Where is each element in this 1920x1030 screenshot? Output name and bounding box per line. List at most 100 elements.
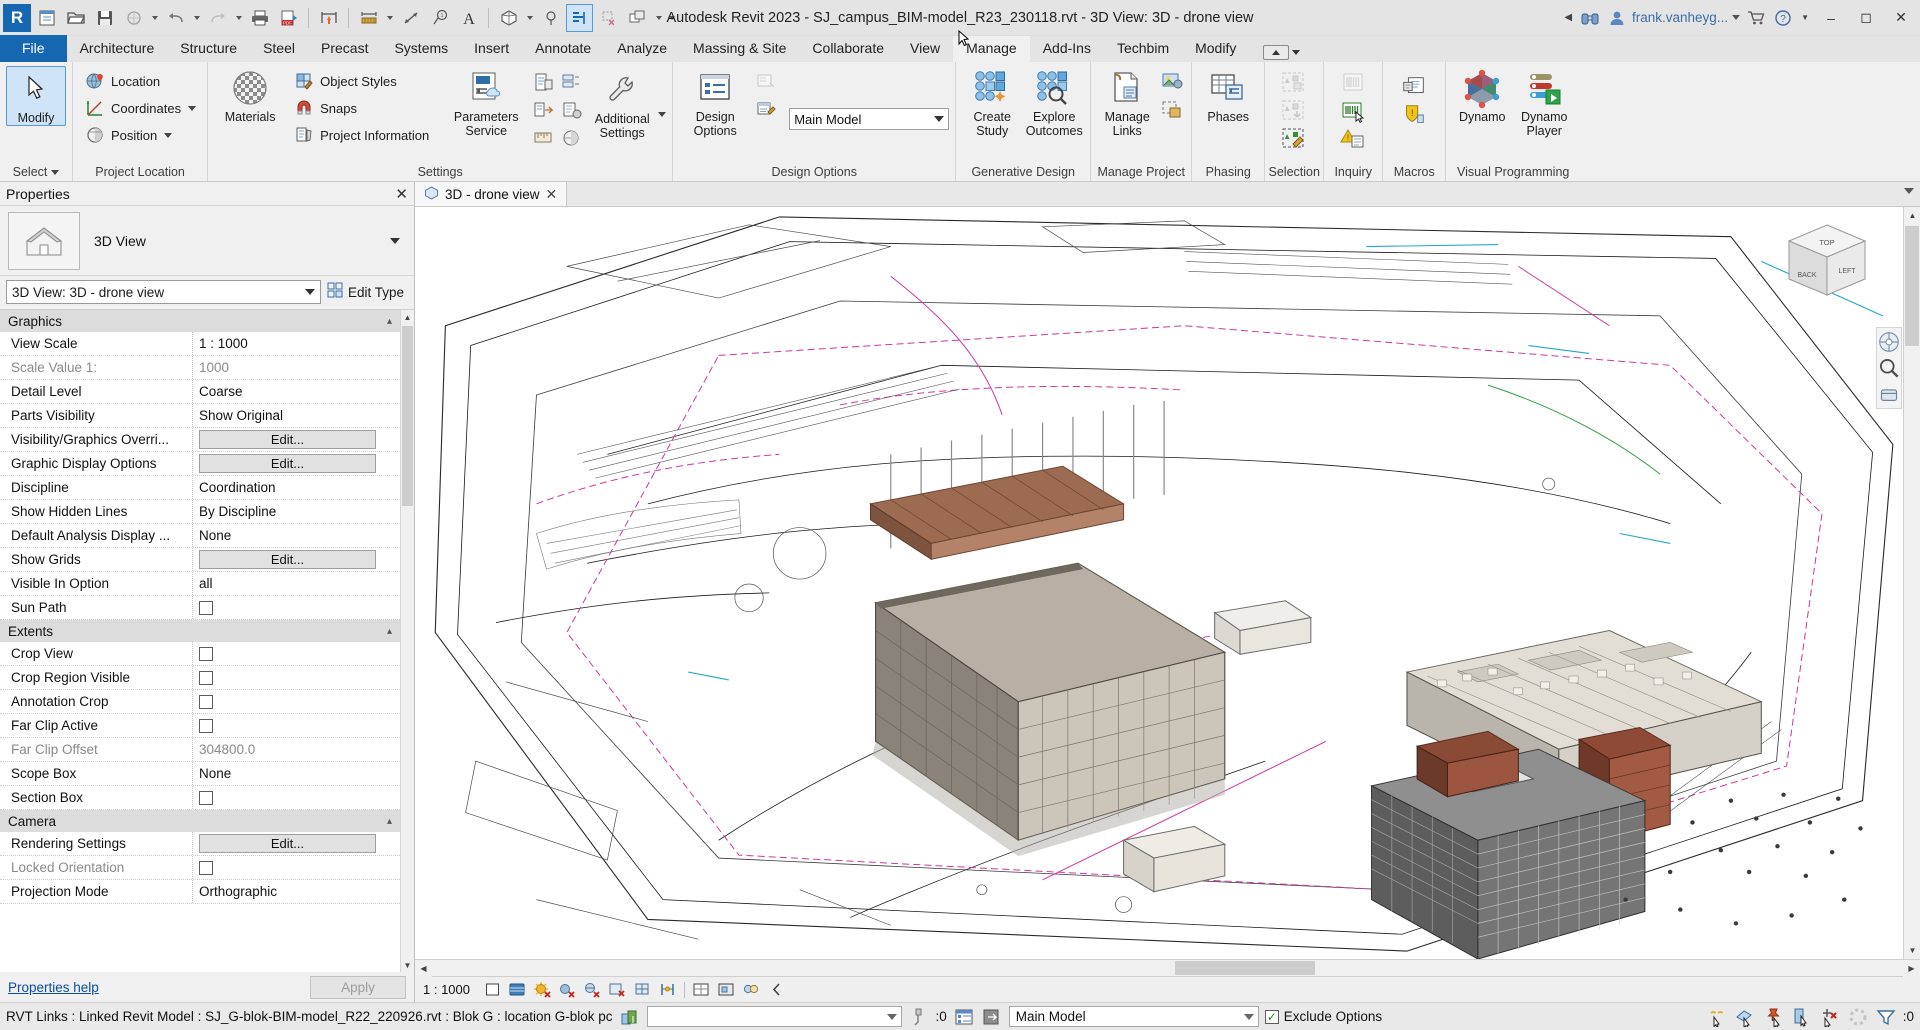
undo-icon[interactable] — [162, 4, 189, 32]
property-value-cell[interactable]: Edit... — [192, 832, 400, 855]
decal-types-icon[interactable] — [1159, 97, 1185, 123]
design-option-status-select[interactable]: Main Model — [1008, 1006, 1259, 1027]
tab-systems[interactable]: Systems — [381, 36, 461, 62]
tab-manage[interactable]: Manage — [953, 36, 1030, 62]
save-as-icon[interactable] — [120, 4, 147, 32]
property-value-cell[interactable]: Show Original — [192, 404, 400, 427]
position-button[interactable]: Position — [79, 122, 201, 148]
save-as-dropdown-icon[interactable] — [149, 4, 160, 32]
ribbon-collapse-dropdown-icon[interactable] — [1292, 50, 1301, 55]
property-value-cell[interactable]: Coarse — [192, 380, 400, 403]
checkbox-unchecked-icon[interactable] — [199, 694, 213, 709]
redo-icon[interactable] — [204, 4, 231, 32]
zoom-icon[interactable] — [1878, 357, 1900, 379]
scroll-up-icon[interactable]: ▲ — [1904, 207, 1920, 224]
window-maximize-button[interactable]: ◻ — [1851, 3, 1881, 33]
property-value-cell[interactable] — [192, 856, 400, 879]
select-panel-dropdown-icon[interactable] — [51, 169, 60, 175]
property-value-cell[interactable] — [192, 786, 400, 809]
help-icon[interactable]: ? — [1772, 7, 1794, 29]
tab-structure[interactable]: Structure — [167, 36, 250, 62]
switch-windows-icon[interactable] — [624, 4, 651, 32]
editing-requests-icon[interactable] — [981, 1006, 1003, 1028]
chevron-up-icon[interactable]: ▴ — [387, 626, 392, 637]
checkbox-unchecked-icon[interactable] — [199, 718, 213, 733]
status-filter-input[interactable] — [646, 1006, 902, 1027]
property-value-cell[interactable]: Edit... — [192, 548, 400, 571]
checkbox-unchecked-icon[interactable] — [199, 646, 213, 661]
property-edit-button[interactable]: Edit... — [199, 550, 376, 569]
window-minimize-button[interactable]: – — [1816, 3, 1846, 33]
help-dropdown-icon[interactable]: ▼ — [1799, 13, 1811, 22]
thin-lines-icon[interactable] — [566, 3, 593, 32]
project-units-icon[interactable] — [530, 125, 556, 151]
coordinates-button[interactable]: Coordinates — [79, 95, 201, 121]
edit-selection-icon[interactable] — [1281, 126, 1307, 152]
property-value-cell[interactable] — [192, 596, 400, 619]
drag-elements-on-selection-icon[interactable] — [1819, 1006, 1841, 1028]
tab-steel[interactable]: Steel — [250, 36, 308, 62]
create-study-button[interactable]: Create Study — [962, 66, 1022, 138]
transfer-project-standards-icon[interactable] — [530, 97, 556, 123]
properties-help-link[interactable]: Properties help — [8, 980, 99, 995]
visual-style-icon[interactable] — [507, 979, 528, 1000]
constraints-icon[interactable] — [657, 979, 678, 1000]
view-tab-3d-drone-view[interactable]: 3D - drone view ✕ — [415, 182, 568, 206]
select-by-id-icon[interactable] — [1340, 98, 1366, 124]
3d-view-dropdown-icon[interactable] — [524, 4, 535, 32]
purge-unused-icon[interactable] — [558, 97, 584, 123]
additional-settings-dropdown-icon[interactable] — [658, 112, 667, 117]
close-inactive-icon[interactable] — [595, 4, 622, 32]
property-value-cell[interactable] — [192, 666, 400, 689]
view-cube[interactable]: TOP BACK LEFT — [1781, 219, 1873, 307]
shared-parameters-icon[interactable] — [530, 69, 556, 95]
project-information-button[interactable]: Project Information — [288, 122, 434, 148]
crop-region-hide-icon[interactable] — [607, 979, 628, 1000]
exclude-options-checkbox[interactable]: ✓ Exclude Options — [1264, 1009, 1382, 1024]
filter-icon[interactable] — [1875, 1006, 1897, 1028]
scroll-up-icon[interactable]: ▲ — [401, 310, 414, 324]
property-value-cell[interactable]: None — [192, 524, 400, 547]
macro-manager-icon[interactable] — [1401, 74, 1427, 100]
manage-images-icon[interactable] — [1159, 69, 1185, 95]
scroll-down-icon[interactable]: ▼ — [401, 958, 414, 972]
property-value-cell[interactable]: 304800.0 — [192, 738, 400, 761]
dimension-dropdown-icon[interactable] — [384, 4, 395, 32]
print-icon[interactable] — [246, 4, 273, 32]
property-group-header[interactable]: Graphics ▴ — [0, 310, 400, 332]
tab-precast[interactable]: Precast — [308, 36, 381, 62]
property-value-cell[interactable]: By Discipline — [192, 500, 400, 523]
sun-path-icon[interactable] — [532, 979, 553, 1000]
default-3d-view-icon[interactable] — [495, 4, 522, 32]
chevron-down-icon[interactable] — [390, 237, 400, 244]
checkbox-unchecked-icon[interactable] — [199, 860, 213, 875]
property-edit-button[interactable]: Edit... — [199, 430, 376, 449]
steering-wheel-icon[interactable] — [1878, 331, 1900, 353]
apply-button[interactable]: Apply — [310, 975, 406, 999]
macro-security-icon[interactable]: ! — [1401, 102, 1427, 128]
model-updates-icon[interactable] — [1847, 1006, 1869, 1028]
tab-techbim[interactable]: Techbim — [1104, 36, 1182, 62]
worksets-icon[interactable] — [953, 1006, 975, 1028]
user-menu-caret-icon[interactable] — [1732, 15, 1741, 20]
materials-button[interactable]: Materials — [214, 66, 286, 124]
checkbox-unchecked-icon[interactable] — [199, 600, 213, 615]
open-icon[interactable] — [62, 4, 89, 32]
dynamo-player-button[interactable]: Dynamo Player — [1514, 66, 1574, 138]
tab-architecture[interactable]: Architecture — [67, 36, 168, 62]
chevron-up-icon[interactable]: ▴ — [387, 316, 392, 327]
export-pdf-icon[interactable]: PDF — [275, 4, 302, 32]
tab-collaborate[interactable]: Collaborate — [799, 36, 897, 62]
close-icon[interactable]: ✕ — [395, 185, 408, 203]
shadows-off-icon[interactable] — [557, 979, 578, 1000]
vertical-scrollbar[interactable]: ▲ ▼ — [1903, 207, 1920, 959]
close-icon[interactable]: ✕ — [546, 186, 558, 203]
chevron-down-icon[interactable] — [1904, 188, 1914, 194]
chevron-up-icon[interactable]: ▴ — [387, 816, 392, 827]
select-links-icon[interactable] — [1707, 1006, 1729, 1028]
type-selector[interactable]: 3D View: 3D - drone view — [6, 280, 321, 304]
scrollbar-thumb[interactable] — [1905, 226, 1919, 346]
new-project-icon[interactable] — [33, 4, 60, 32]
tab-insert[interactable]: Insert — [461, 36, 522, 62]
property-value-cell[interactable]: 1000 — [192, 356, 400, 379]
